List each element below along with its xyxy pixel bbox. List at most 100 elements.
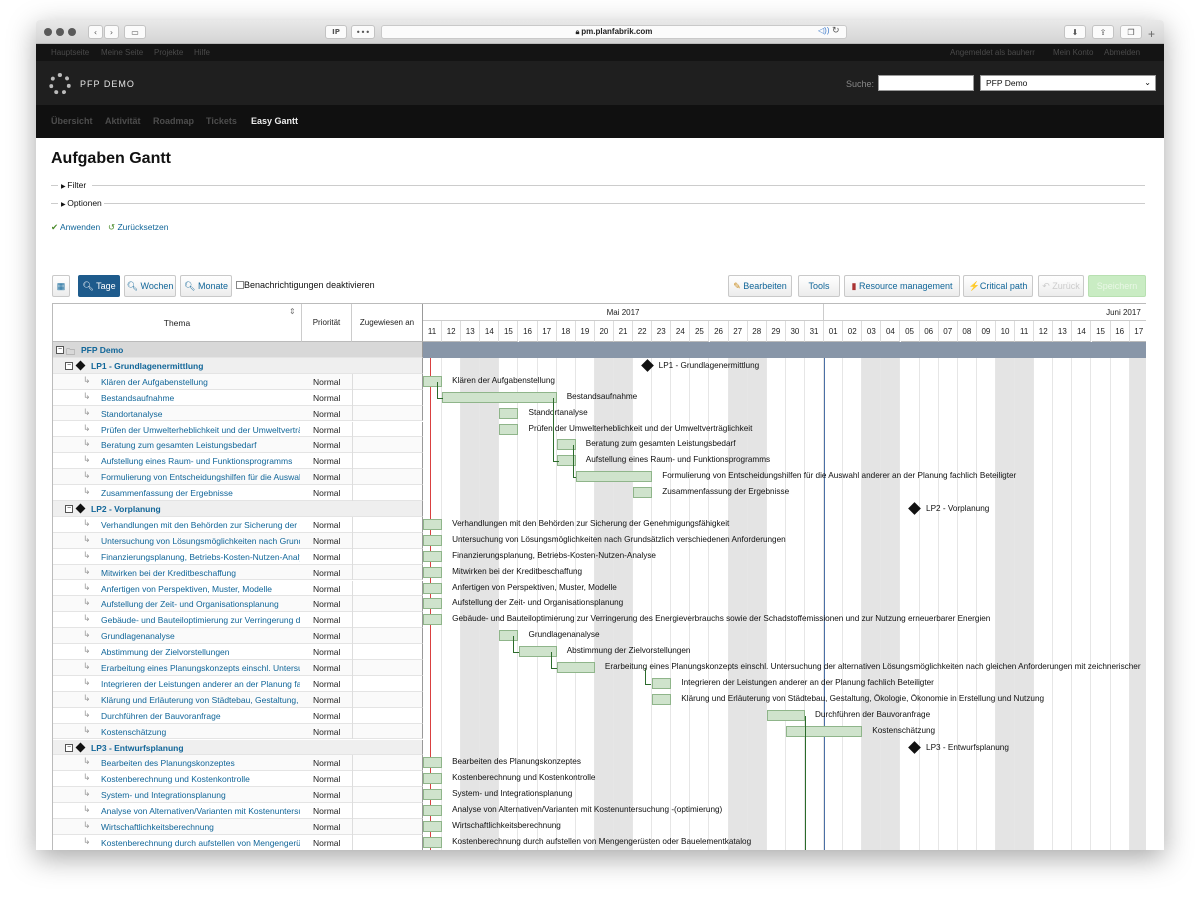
task-row-label[interactable]: System- und Integrationsplanung bbox=[101, 790, 300, 800]
sidebar-icon[interactable]: ▭ bbox=[124, 25, 146, 39]
task-bar[interactable] bbox=[423, 375, 443, 387]
task-row-label[interactable]: Kostenschätzung bbox=[101, 727, 300, 737]
apply-link[interactable]: ✔ Anwenden bbox=[51, 222, 100, 233]
task-row-label[interactable]: Gebäude- und Bauteiloptimierung zur Verr… bbox=[101, 615, 300, 625]
task-row-label[interactable]: Integrieren der Leistungen anderer an de… bbox=[101, 679, 300, 689]
audio-icon[interactable]: ◁)) bbox=[818, 26, 829, 35]
task-bar[interactable] bbox=[423, 550, 443, 562]
task-row-label[interactable]: Bestandsaufnahme bbox=[101, 393, 300, 403]
collapse-toggle-icon[interactable]: − bbox=[56, 346, 64, 354]
tools-button[interactable]: Tools bbox=[798, 275, 840, 297]
task-row-label[interactable]: Standortanalyse bbox=[101, 409, 300, 419]
task-row-label[interactable]: Kostenberechnung durch aufstellen von Me… bbox=[101, 838, 300, 848]
options-toggle[interactable]: ▶ Optionen bbox=[61, 198, 102, 208]
ip-extension-button[interactable]: IP bbox=[325, 25, 347, 39]
tab-easy-gantt[interactable]: Easy Gantt bbox=[251, 105, 298, 138]
collapse-toggle-icon[interactable]: − bbox=[65, 743, 73, 752]
edit-button[interactable]: ✎ Bearbeiten bbox=[728, 275, 792, 297]
task-bar[interactable] bbox=[423, 518, 443, 530]
share-icon[interactable]: ⇪ bbox=[1092, 25, 1114, 39]
task-bar[interactable] bbox=[423, 789, 443, 801]
forward-nav-icon[interactable]: › bbox=[104, 25, 119, 39]
logo-icon[interactable] bbox=[49, 73, 71, 95]
task-row-label[interactable]: Kostenberechnung und Kostenkontrolle bbox=[101, 774, 300, 784]
save-button[interactable]: Speichern bbox=[1088, 275, 1146, 297]
task-row-label[interactable]: Anfertigen von Perspektiven, Muster, Mod… bbox=[101, 584, 300, 594]
top-menu-my-page[interactable]: Meine Seite bbox=[101, 44, 143, 61]
task-row-label[interactable]: Untersuchung von Lösungsmöglichkeiten na… bbox=[101, 536, 300, 546]
task-bar[interactable] bbox=[499, 423, 519, 435]
top-menu-help[interactable]: Hilfe bbox=[194, 44, 210, 61]
task-row-label[interactable]: Abstimmung der Zielvorstellungen bbox=[101, 647, 300, 657]
tab-activity[interactable]: Aktivität bbox=[105, 105, 141, 138]
url-bar[interactable]: 🔒︎ pm.planfabrik.com bbox=[381, 25, 847, 39]
tab-overview[interactable]: Übersicht bbox=[51, 105, 93, 138]
task-row-label[interactable]: Beratung zum gesamten Leistungsbedarf bbox=[101, 440, 300, 450]
back-nav-icon[interactable]: ‹ bbox=[88, 25, 103, 39]
search-input[interactable] bbox=[878, 75, 974, 91]
task-row-label[interactable]: Finanzierungsplanung, Betriebs-Kosten-Nu… bbox=[101, 552, 300, 562]
task-row-label[interactable]: Prüfen der Umwelterheblichkeit und der U… bbox=[101, 425, 300, 435]
project-select[interactable]: PFP Demo ⌄ bbox=[980, 75, 1156, 91]
notify-checkbox[interactable] bbox=[236, 281, 244, 289]
task-row-label[interactable]: Zusammenfassung der Ergebnisse bbox=[101, 488, 300, 498]
task-bar[interactable] bbox=[423, 805, 443, 817]
task-row-label[interactable]: Analyse von Alternativen/Varianten mit K… bbox=[101, 806, 300, 816]
task-bar[interactable] bbox=[499, 407, 519, 419]
tab-tickets[interactable]: Tickets bbox=[206, 105, 237, 138]
task-row-label[interactable]: Durchführen der Bauvoranfrage bbox=[101, 711, 300, 721]
task-row-label[interactable]: Aufstellung eines Raum- und Funktionspro… bbox=[101, 456, 300, 466]
task-bar[interactable] bbox=[423, 836, 443, 848]
task-bar[interactable] bbox=[785, 725, 863, 737]
task-bar[interactable] bbox=[499, 630, 519, 642]
task-row-label[interactable]: Verhandlungen mit den Behörden zur Siche… bbox=[101, 520, 300, 530]
filter-toggle[interactable]: ▶ Filter bbox=[61, 180, 86, 190]
task-row-label[interactable]: Wirtschaftlichkeitsberechnung bbox=[101, 822, 300, 832]
resource-management-button[interactable]: ▮ Resource management bbox=[844, 275, 960, 297]
task-bar[interactable] bbox=[575, 471, 653, 483]
task-bar[interactable] bbox=[423, 757, 443, 769]
task-row-label[interactable]: Mitwirken bei der Kreditbeschaffung bbox=[101, 568, 300, 578]
download-icon[interactable]: ⬇ bbox=[1064, 25, 1086, 39]
task-bar[interactable] bbox=[633, 487, 653, 499]
task-row-label[interactable]: Aufstellung der Zeit- und Organisationsp… bbox=[101, 599, 300, 609]
tabs-icon[interactable]: ❐ bbox=[1120, 25, 1142, 39]
new-tab-icon[interactable]: + bbox=[1148, 27, 1155, 41]
logout-link[interactable]: Abmelden bbox=[1104, 44, 1140, 61]
task-bar[interactable] bbox=[556, 662, 595, 673]
milestone-row-label[interactable]: LP1 - Grundlagenermittlung bbox=[91, 361, 291, 371]
zoom-weeks-button[interactable]: 🔍︎ Wochen bbox=[124, 275, 176, 297]
milestone-row-label[interactable]: LP3 - Entwurfsplanung bbox=[91, 743, 291, 753]
task-row-label[interactable]: Klären der Aufgabenstellung bbox=[101, 377, 300, 387]
task-row-label[interactable]: Grundlagenanalyse bbox=[101, 631, 300, 641]
zoom-window-icon[interactable] bbox=[68, 28, 76, 36]
task-row-label[interactable]: Klärung und Erläuterung von Städtebau, G… bbox=[101, 695, 300, 705]
close-window-icon[interactable] bbox=[44, 28, 52, 36]
milestone-row-label[interactable]: LP2 - Vorplanung bbox=[91, 504, 291, 514]
task-bar[interactable] bbox=[423, 773, 443, 785]
task-bar[interactable] bbox=[423, 582, 443, 594]
top-menu-projects[interactable]: Projekte bbox=[154, 44, 183, 61]
task-row-label[interactable]: Formulierung von Entscheidungshilfen für… bbox=[101, 472, 300, 482]
topic-header[interactable]: Thema bbox=[53, 304, 302, 342]
task-bar[interactable] bbox=[442, 391, 557, 403]
task-bar[interactable] bbox=[423, 614, 443, 626]
reset-link[interactable]: ↺ Zurücksetzen bbox=[108, 222, 169, 233]
task-bar[interactable] bbox=[423, 534, 443, 546]
task-bar[interactable] bbox=[652, 677, 672, 689]
sort-icon[interactable]: ⇕ bbox=[289, 307, 296, 316]
my-account-link[interactable]: Mein Konto bbox=[1053, 44, 1093, 61]
tab-roadmap[interactable]: Roadmap bbox=[153, 105, 194, 138]
calendar-icon[interactable]: ▦ bbox=[52, 275, 70, 297]
notify-toggle[interactable]: Benachrichtigungen deaktivieren bbox=[236, 280, 375, 290]
project-row-label[interactable]: PFP Demo bbox=[81, 345, 281, 355]
task-bar[interactable] bbox=[423, 821, 443, 832]
zoom-months-button[interactable]: 🔍︎ Monate bbox=[180, 275, 232, 297]
priority-header[interactable]: Priorität bbox=[302, 304, 352, 342]
task-bar[interactable] bbox=[652, 693, 672, 705]
top-menu-home[interactable]: Hauptseite bbox=[51, 44, 89, 61]
assigned-header[interactable]: Zugewiesen an bbox=[352, 304, 423, 342]
zoom-days-button[interactable]: 🔍︎ Tage bbox=[78, 275, 120, 297]
task-row-label[interactable]: Bearbeiten des Planungskonzeptes bbox=[101, 758, 300, 768]
task-bar[interactable] bbox=[423, 598, 443, 610]
